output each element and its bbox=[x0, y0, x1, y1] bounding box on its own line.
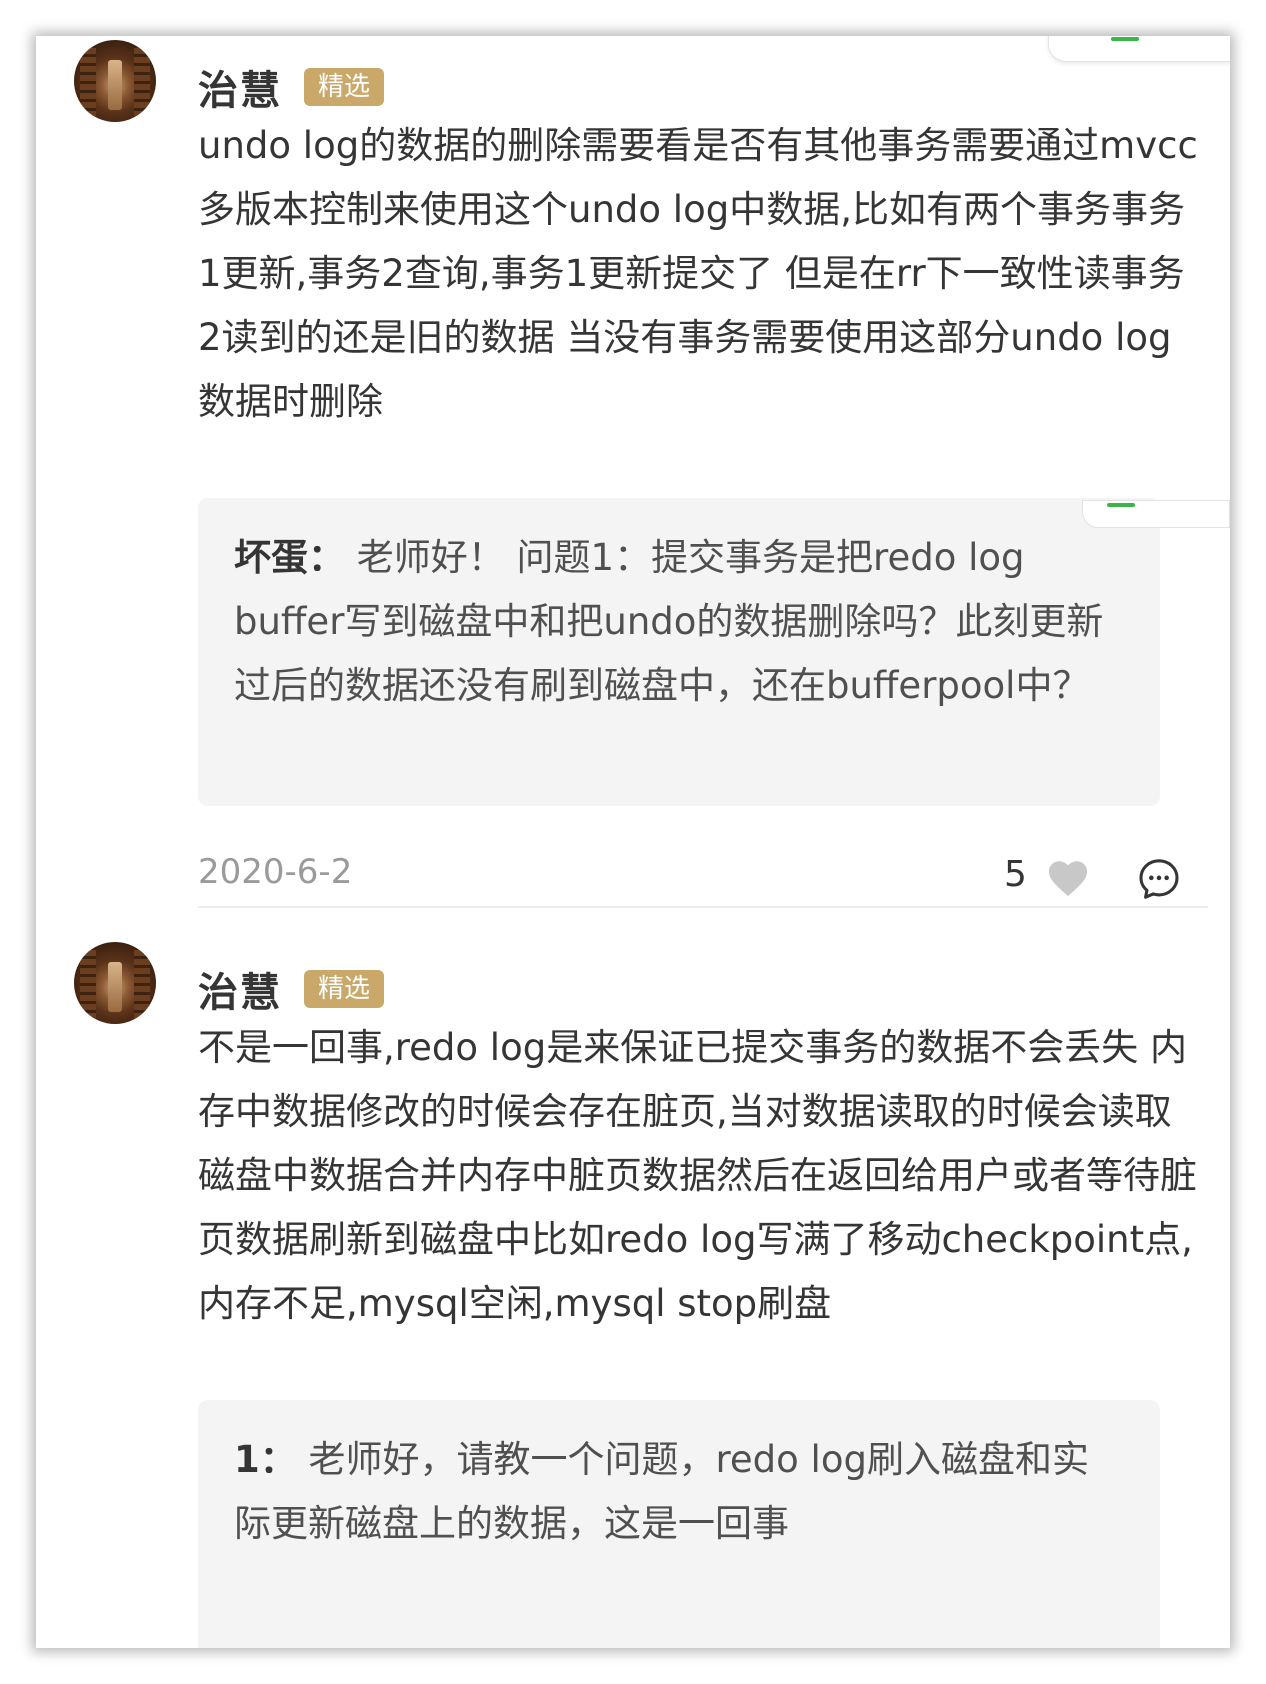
author-row: 治慧 精选 bbox=[198, 960, 385, 1018]
comment-text: 不是一回事,redo log是来保证已提交事务的数据不会丢失 内存中数据修改的时… bbox=[198, 1026, 1197, 1325]
reply-author: 1： bbox=[234, 1438, 297, 1481]
author-name[interactable]: 治慧 bbox=[198, 58, 282, 116]
avatar[interactable] bbox=[74, 40, 156, 122]
overlapping-card-edge bbox=[1082, 500, 1230, 528]
author-name[interactable]: 治慧 bbox=[198, 960, 282, 1018]
comment-meta: 2020-6-2 5 bbox=[198, 852, 1208, 912]
featured-badge: 精选 bbox=[304, 68, 385, 106]
heart-icon[interactable] bbox=[1046, 858, 1090, 898]
overlapping-card-edge bbox=[1048, 36, 1230, 62]
comment-date: 2020-6-2 bbox=[198, 852, 353, 892]
reply-text: 老师好！ 问题1：提交事务是把redo log buffer写到磁盘中和把und… bbox=[234, 536, 1104, 707]
avatar[interactable] bbox=[74, 942, 156, 1024]
featured-badge: 精选 bbox=[304, 970, 385, 1008]
reply-text: 老师好，请教一个问题，redo log刷入磁盘和实际更新磁盘上的数据，这是一回事 bbox=[234, 1438, 1089, 1545]
author-row: 治慧 精选 bbox=[198, 58, 385, 116]
author-reply: 坏蛋： 老师好！ 问题1：提交事务是把redo log buffer写到磁盘中和… bbox=[198, 498, 1230, 806]
divider bbox=[198, 906, 1208, 908]
comment-text: undo log的数据的删除需要看是否有其他事务需要通过mvcc多版本控制来使用… bbox=[198, 124, 1198, 423]
like-count: 5 bbox=[1004, 854, 1027, 895]
reply-author: 坏蛋： bbox=[234, 536, 345, 579]
comment-icon[interactable] bbox=[1136, 856, 1182, 902]
comment-list: 治慧 精选 undo log的数据的删除需要看是否有其他事务需要通过mvcc多版… bbox=[36, 36, 1230, 1648]
author-reply: 1： 老师好，请教一个问题，redo log刷入磁盘和实际更新磁盘上的数据，这是… bbox=[198, 1400, 1160, 1648]
